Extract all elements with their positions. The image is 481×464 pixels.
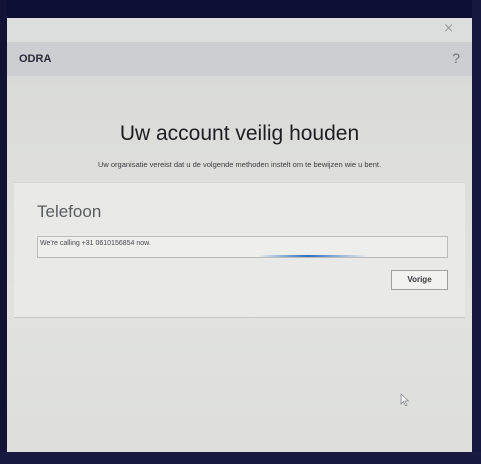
monitor-bezel-top xyxy=(0,0,481,18)
dialog-header: ODRA ? xyxy=(7,42,472,76)
monitor-bezel-right xyxy=(472,0,481,464)
monitor-bezel-left xyxy=(0,0,7,464)
main-content: Uw account veilig houden Uw organisatie … xyxy=(7,76,472,452)
organization-name: ODRA xyxy=(19,53,52,65)
progress-indicator xyxy=(258,255,368,257)
phone-method-card: Telefoon We're calling +31 0610156854 no… xyxy=(14,182,465,318)
back-button[interactable]: Vorige xyxy=(391,270,448,290)
security-info-dialog: × ODRA ? Uw account veilig houden Uw org… xyxy=(7,18,472,452)
mouse-pointer-icon xyxy=(400,393,410,407)
call-status-text: We're calling +31 0610156854 now. xyxy=(40,240,151,247)
title-bar: × xyxy=(7,18,472,42)
page-subtitle: Uw organisatie vereist dat u de volgende… xyxy=(97,160,382,169)
monitor-bezel-bottom xyxy=(0,452,481,464)
help-icon[interactable]: ? xyxy=(452,50,460,66)
card-title: Telefoon xyxy=(37,202,102,221)
page-title: Uw account veilig houden xyxy=(119,122,360,145)
close-icon[interactable]: × xyxy=(443,22,454,36)
call-status-box: We're calling +31 0610156854 now. xyxy=(37,236,448,258)
